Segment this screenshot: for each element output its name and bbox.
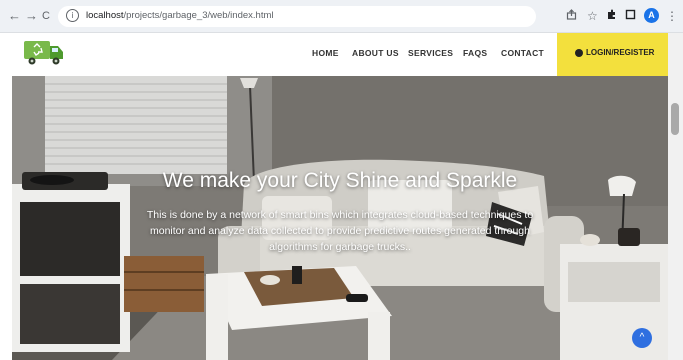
url-text[interactable]: localhost/projects/garbage_3/web/index.h… — [86, 10, 273, 21]
login-register-button[interactable]: LOGIN/REGISTER — [557, 33, 668, 76]
tab-search-icon[interactable] — [625, 9, 636, 23]
user-icon — [575, 49, 583, 57]
garbage-truck-logo[interactable] — [22, 37, 66, 67]
extensions-icon[interactable] — [606, 9, 617, 23]
hero-banner: We make your City Shine and Sparkle This… — [12, 76, 668, 360]
site-info-icon[interactable]: i — [66, 9, 79, 22]
reload-icon[interactable]: C — [42, 9, 50, 23]
share-icon[interactable] — [566, 9, 577, 23]
back-to-top-button[interactable]: ^ — [632, 328, 652, 348]
back-icon[interactable]: ← — [8, 9, 21, 23]
hero-description: This is done by a network of smart bins … — [146, 209, 534, 253]
scrollbar-thumb[interactable] — [671, 103, 679, 135]
page-scrollbar[interactable] — [668, 33, 683, 360]
url-host: localhost — [86, 10, 124, 21]
menu-kebab-icon[interactable]: ⋮ — [666, 9, 678, 23]
browser-toolbar: ← → C i localhost/projects/garbage_3/web… — [0, 0, 683, 33]
nav-contact[interactable]: CONTACT — [501, 48, 544, 58]
hero-title: We make your City Shine and Sparkle — [162, 169, 518, 192]
nav-services[interactable]: SERVICES — [408, 48, 453, 58]
nav-home[interactable]: HOME — [312, 48, 339, 58]
nav-faqs[interactable]: FAQS — [463, 48, 487, 58]
address-bar[interactable]: i localhost/projects/garbage_3/web/index… — [58, 6, 536, 27]
url-path: /projects/garbage_3/web/index.html — [123, 10, 274, 21]
forward-icon[interactable]: → — [25, 9, 38, 23]
login-register-label: LOGIN/REGISTER — [586, 48, 655, 57]
nav-about-us[interactable]: ABOUT US — [352, 48, 399, 58]
bookmark-star-icon[interactable]: ☆ — [587, 9, 598, 23]
profile-avatar[interactable]: A — [644, 8, 659, 23]
site-header: HOME ABOUT US SERVICES FAQS CONTACT LOGI… — [0, 33, 668, 76]
